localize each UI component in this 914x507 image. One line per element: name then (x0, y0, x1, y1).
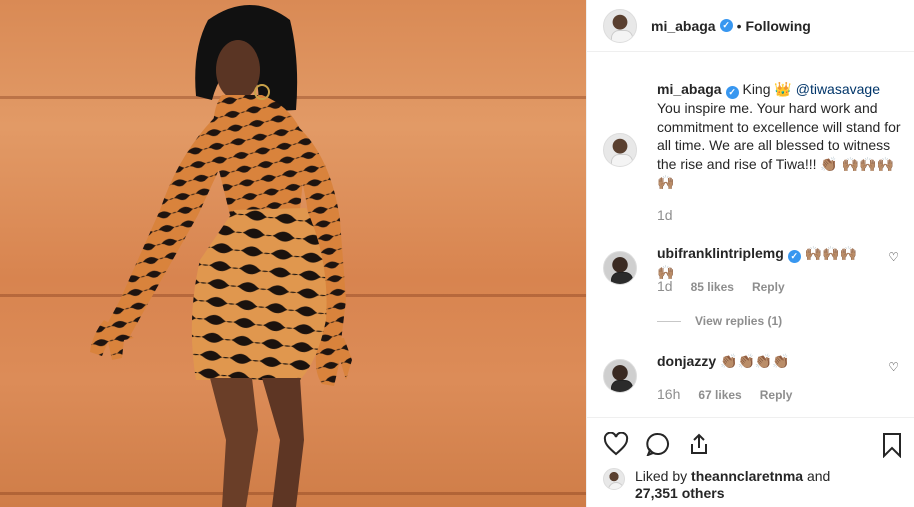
liked-by-prefix: Liked by (635, 468, 692, 484)
comment-meta: 1d 85 likes Reply (657, 278, 785, 294)
liker-username[interactable]: theannclaretnma (691, 468, 803, 484)
likes-summary: Liked by theannclaretnma and 27,351 othe… (603, 468, 830, 502)
caption-timestamp[interactable]: 1d (657, 207, 673, 223)
commenter-avatar[interactable] (603, 359, 637, 393)
heart-icon[interactable] (603, 432, 629, 456)
author-avatar[interactable] (603, 8, 637, 43)
bookmark-icon[interactable] (881, 432, 903, 458)
caption-username[interactable]: mi_abaga (657, 81, 722, 97)
instagram-post: mi_abaga ✓ • Following mi_abaga ✓ King 👑 … (0, 0, 914, 507)
separator-dot: • (736, 17, 742, 34)
likes-count[interactable]: 27,351 others (635, 485, 725, 501)
commenter-username[interactable]: ubifranklintriplemg (657, 245, 784, 261)
likes-text: Liked by theannclaretnma and 27,351 othe… (635, 468, 830, 502)
comment-text: donjazzy 👏🏽👏🏽👏🏽👏🏽 (657, 352, 872, 370)
crown-emoji: 👑 (774, 81, 792, 97)
comment-meta: 16h 67 likes Reply (657, 386, 792, 402)
comment-emoji: 👏🏽👏🏽👏🏽👏🏽 (716, 353, 790, 369)
post-photo[interactable] (0, 0, 586, 507)
post-header: mi_abaga ✓ • Following (587, 0, 914, 52)
likes-and: and (803, 468, 831, 484)
comment-reply-button[interactable]: Reply (760, 388, 793, 402)
liker-avatar[interactable] (603, 468, 625, 490)
post-actions: Liked by theannclaretnma and 27,351 othe… (587, 417, 914, 507)
comment-timestamp[interactable]: 1d (657, 278, 673, 294)
comment-likes-count[interactable]: 67 likes (698, 388, 741, 402)
action-icons (603, 432, 711, 456)
commenter-avatar[interactable] (603, 251, 637, 285)
share-icon[interactable] (687, 432, 711, 456)
view-replies-label[interactable]: View replies (1) (695, 314, 782, 328)
comment-timestamp[interactable]: 16h (657, 386, 680, 402)
comment-icon[interactable] (645, 432, 671, 456)
caption-author-avatar[interactable] (603, 133, 637, 167)
verified-badge-icon: ✓ (725, 86, 739, 99)
mention-link[interactable]: @tiwasavage (796, 81, 880, 97)
commenter-username[interactable]: donjazzy (657, 353, 716, 369)
comment-text: ubifranklintriplemg ✓ 🙌🏽🙌🏽🙌🏽🙌🏽 (657, 244, 872, 281)
caption-pre-text: King (742, 81, 775, 97)
comment-likes-count[interactable]: 85 likes (691, 280, 734, 294)
verified-badge-icon: ✓ (719, 19, 733, 32)
author-username[interactable]: mi_abaga (651, 18, 716, 34)
caption-text: mi_abaga ✓ King 👑 @tiwasavage You inspire… (657, 80, 907, 192)
comment-reply-button[interactable]: Reply (752, 280, 785, 294)
post-details-panel: mi_abaga ✓ • Following mi_abaga ✓ King 👑 … (586, 0, 914, 507)
verified-badge-icon: ✓ (787, 250, 801, 263)
woman-in-tiger-print-dress (90, 5, 352, 507)
view-replies[interactable]: View replies (1) (657, 314, 782, 328)
comment-like-heart-icon[interactable]: ♡ (888, 360, 899, 374)
following-button[interactable]: Following (746, 18, 811, 34)
replies-divider-line (657, 320, 681, 322)
comment-like-heart-icon[interactable]: ♡ (888, 250, 899, 264)
